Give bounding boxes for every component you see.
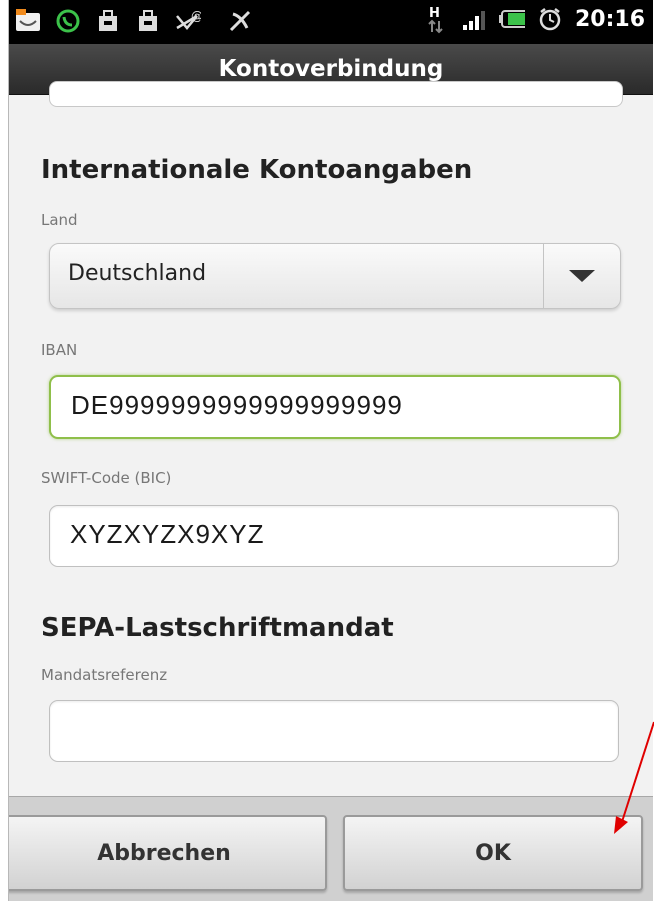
ok-button[interactable]: OK [343,815,643,891]
alarm-icon [537,6,563,32]
network-type-text: H [429,6,440,21]
dropdown-arrow-icon[interactable] [543,244,620,308]
country-select[interactable]: Deutschland [49,243,621,309]
status-time: 20:16 [574,6,645,32]
iban-value: DE9999999999999999999 [71,390,403,420]
button-bar: Abbrechen OK [9,796,653,901]
no-signal-tool-icon [227,8,253,34]
whatsapp-icon [55,8,81,34]
cancel-button[interactable]: Abbrechen [9,815,327,891]
swift-label: SWIFT-Code (BIC) [41,469,172,487]
battery-icon [498,6,525,32]
notification-icon [15,8,41,34]
mandate-label: Mandatsreferenz [41,666,168,684]
phone-screen: @ H 20:16 Kontoverbindung Inte [8,0,653,901]
status-bar-system: H 20:16 [423,6,645,34]
status-bar-notifications: @ [15,8,253,34]
mandate-field[interactable] [49,700,619,762]
iban-label: IBAN [41,341,78,359]
hspa-icon: H [423,6,449,34]
swift-field[interactable]: XYZXYZX9XYZ [49,505,619,567]
bag-icon [135,8,161,34]
iban-field[interactable]: DE9999999999999999999 [49,375,621,439]
missed-email-icon: @ [175,8,201,34]
signal-bars-icon [461,6,487,32]
country-label: Land [41,211,78,229]
page-title: Kontoverbindung [218,56,444,82]
svg-text:@: @ [191,9,201,23]
country-value: Deutschland [68,261,207,286]
previous-field[interactable] [49,81,623,107]
sepa-heading: SEPA-Lastschriftmandat [41,613,394,643]
status-bar: @ H 20:16 [9,0,653,44]
form-content: Internationale Kontoangaben Land Deutsch… [9,81,653,795]
international-heading: Internationale Kontoangaben [41,155,473,185]
bag-icon [95,8,121,34]
swift-value: XYZXYZX9XYZ [70,519,265,549]
